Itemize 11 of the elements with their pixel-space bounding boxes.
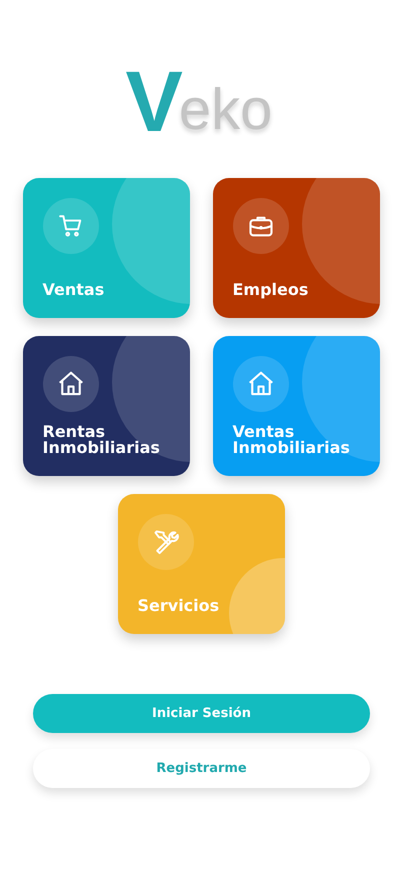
category-card[interactable]: Servicios [118,494,284,634]
logo-initial: V [126,68,179,136]
login-button[interactable]: Iniciar Sesión [33,694,370,733]
category-card[interactable]: Empleos [212,178,380,318]
cart-icon [58,213,84,239]
category-card[interactable]: Rentas Inmobiliarias [22,336,190,476]
logo-text: eko [178,84,272,136]
category-card[interactable]: Ventas [22,178,190,318]
category-card[interactable]: Ventas Inmobiliarias [212,336,380,476]
tools-icon [152,528,180,556]
register-button[interactable]: Registrarme [33,749,370,788]
